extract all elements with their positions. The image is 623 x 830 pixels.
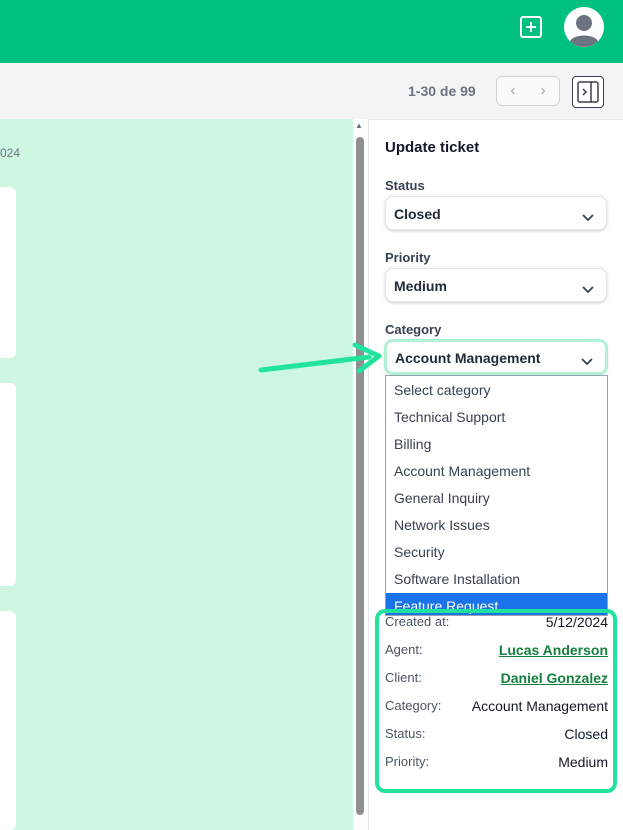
- annotation-arrow-icon: [258, 342, 382, 374]
- ticket-card[interactable]: [0, 187, 16, 358]
- highlight-box: [375, 609, 617, 793]
- pagination-controls: ‹ ›: [496, 76, 560, 106]
- category-option[interactable]: Account Management: [386, 458, 607, 485]
- category-option[interactable]: Technical Support: [386, 404, 607, 431]
- ticket-card[interactable]: [0, 611, 16, 830]
- ticket-list-pane: 024: [0, 119, 353, 830]
- category-option[interactable]: Network Issues: [386, 512, 607, 539]
- plus-square-icon[interactable]: [520, 16, 542, 38]
- pagination-range: 1-30 de 99: [408, 83, 476, 99]
- user-avatar-icon[interactable]: [564, 7, 604, 47]
- panel-title: Update ticket: [385, 139, 480, 156]
- pane-divider: [368, 119, 369, 830]
- chevron-down-icon: [582, 281, 594, 299]
- ticket-date-fragment: 024: [0, 146, 21, 160]
- category-option[interactable]: Select category: [386, 377, 607, 404]
- ticket-card[interactable]: [0, 383, 16, 586]
- category-dropdown-list[interactable]: Select category Technical Support Billin…: [385, 375, 608, 616]
- priority-label: Priority: [385, 250, 431, 265]
- priority-value: Medium: [394, 278, 447, 294]
- status-value: Closed: [394, 206, 441, 222]
- category-option[interactable]: General Inquiry: [386, 485, 607, 512]
- scroll-up-arrow-icon[interactable]: ▲: [355, 121, 363, 130]
- category-option[interactable]: Security: [386, 539, 607, 566]
- scrollbar-thumb[interactable]: [356, 137, 364, 815]
- top-header: [0, 0, 623, 63]
- chevron-down-icon: [582, 209, 594, 227]
- chevron-down-icon: [581, 353, 593, 371]
- category-option[interactable]: Software Installation: [386, 566, 607, 593]
- category-select[interactable]: Account Management: [385, 340, 607, 374]
- sidebar-toggle-icon[interactable]: [572, 76, 604, 108]
- category-option[interactable]: Billing: [386, 431, 607, 458]
- status-label: Status: [385, 178, 425, 193]
- category-value: Account Management: [395, 350, 541, 366]
- chevron-left-icon[interactable]: ‹: [503, 81, 523, 101]
- category-label: Category: [385, 322, 442, 337]
- chevron-right-icon[interactable]: ›: [533, 81, 553, 101]
- list-toolbar: 1-30 de 99 ‹ ›: [0, 63, 623, 120]
- priority-select[interactable]: Medium: [385, 268, 607, 302]
- status-select[interactable]: Closed: [385, 196, 607, 230]
